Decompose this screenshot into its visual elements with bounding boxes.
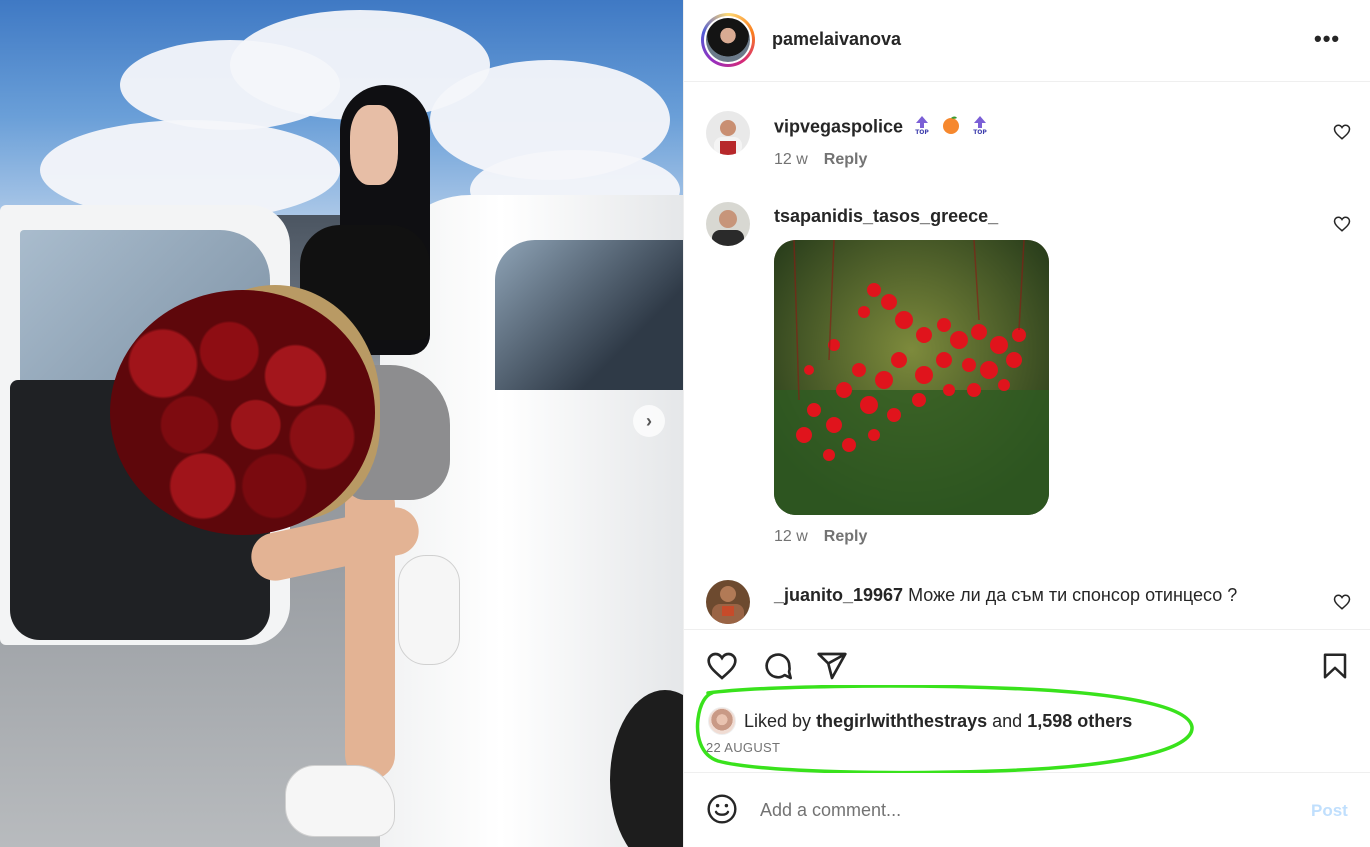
reply-button[interactable]: Reply: [824, 151, 868, 168]
top-arrow-icon: TOP: [914, 115, 930, 140]
heart-icon[interactable]: [1333, 123, 1351, 141]
avatar-image: [706, 18, 750, 62]
commenter-avatar[interactable]: [706, 111, 750, 155]
post-comment-button[interactable]: Post: [1311, 801, 1348, 821]
post-photo[interactable]: ›: [0, 0, 683, 847]
comment-author[interactable]: vipvegaspolice TOP TOP: [774, 115, 988, 140]
comment-meta: 12 w Reply: [774, 151, 867, 169]
liked-by-prefix: Liked by: [744, 710, 812, 731]
post-header: pamelaivanova •••: [684, 0, 1370, 82]
heart-icon[interactable]: [1333, 593, 1351, 611]
emoji-icon[interactable]: [706, 793, 738, 825]
post-date: 22 AUGUST: [706, 740, 781, 755]
like-heart-icon[interactable]: [706, 650, 738, 682]
post-actions: Liked by thegirlwiththestrays and 1,598 …: [684, 629, 1370, 773]
comment-text: Може ли да съм ти спонсор отинцесо ?: [908, 585, 1238, 605]
author-username[interactable]: pamelaivanova: [772, 29, 901, 50]
person-leg: [345, 480, 395, 780]
svg-text:TOP: TOP: [915, 129, 929, 135]
top-arrow-icon: TOP: [972, 115, 988, 140]
comment-username[interactable]: vipvegaspolice: [774, 116, 903, 136]
next-photo-button[interactable]: ›: [633, 405, 665, 437]
comment-bubble-icon[interactable]: [762, 650, 794, 682]
comment-username[interactable]: tsapanidis_tasos_greece_: [774, 206, 998, 226]
liked-by-joiner: and: [992, 710, 1023, 731]
add-comment-bar: Post: [684, 773, 1370, 847]
sneaker: [285, 765, 395, 837]
post-details-panel: pamelaivanova ••• vipvegaspolice TOP TOP: [683, 0, 1370, 847]
reply-button[interactable]: Reply: [824, 528, 868, 545]
comment-author[interactable]: tsapanidis_tasos_greece_: [774, 206, 998, 227]
peach-icon: [941, 115, 961, 140]
share-send-icon[interactable]: [816, 650, 848, 682]
liker-avatar[interactable]: [708, 707, 736, 735]
sneaker: [398, 555, 460, 665]
comments-list[interactable]: vipvegaspolice TOP TOP 12 w Reply tsapan…: [684, 83, 1370, 629]
author-avatar[interactable]: [701, 13, 755, 67]
commenter-avatar[interactable]: [706, 202, 750, 246]
comment-input[interactable]: [760, 795, 1280, 825]
car-window: [495, 240, 683, 390]
bookmark-icon[interactable]: [1320, 650, 1350, 682]
likes-count[interactable]: 1,598 others: [1027, 711, 1132, 732]
rose-bouquet: [110, 290, 375, 535]
svg-text:TOP: TOP: [973, 129, 987, 135]
heart-icon[interactable]: [1333, 215, 1351, 233]
comment-age: 12 w: [774, 528, 808, 545]
more-options-icon[interactable]: •••: [1314, 26, 1340, 52]
comment-author[interactable]: _juanito_19967 Може ли да съм ти спонсор…: [774, 585, 1237, 606]
liker-username[interactable]: thegirlwiththestrays: [816, 711, 987, 732]
comment-image-red-flowers[interactable]: [774, 240, 1049, 515]
comment-meta: 12 w Reply: [774, 528, 867, 546]
comment-age: 12 w: [774, 151, 808, 168]
commenter-avatar[interactable]: [706, 580, 750, 624]
chevron-right-icon: ›: [646, 410, 652, 431]
comment-username[interactable]: _juanito_19967: [774, 585, 903, 605]
person-face: [350, 105, 398, 185]
liked-by-summary[interactable]: Liked by thegirlwiththestrays and 1,598 …: [708, 707, 1132, 735]
